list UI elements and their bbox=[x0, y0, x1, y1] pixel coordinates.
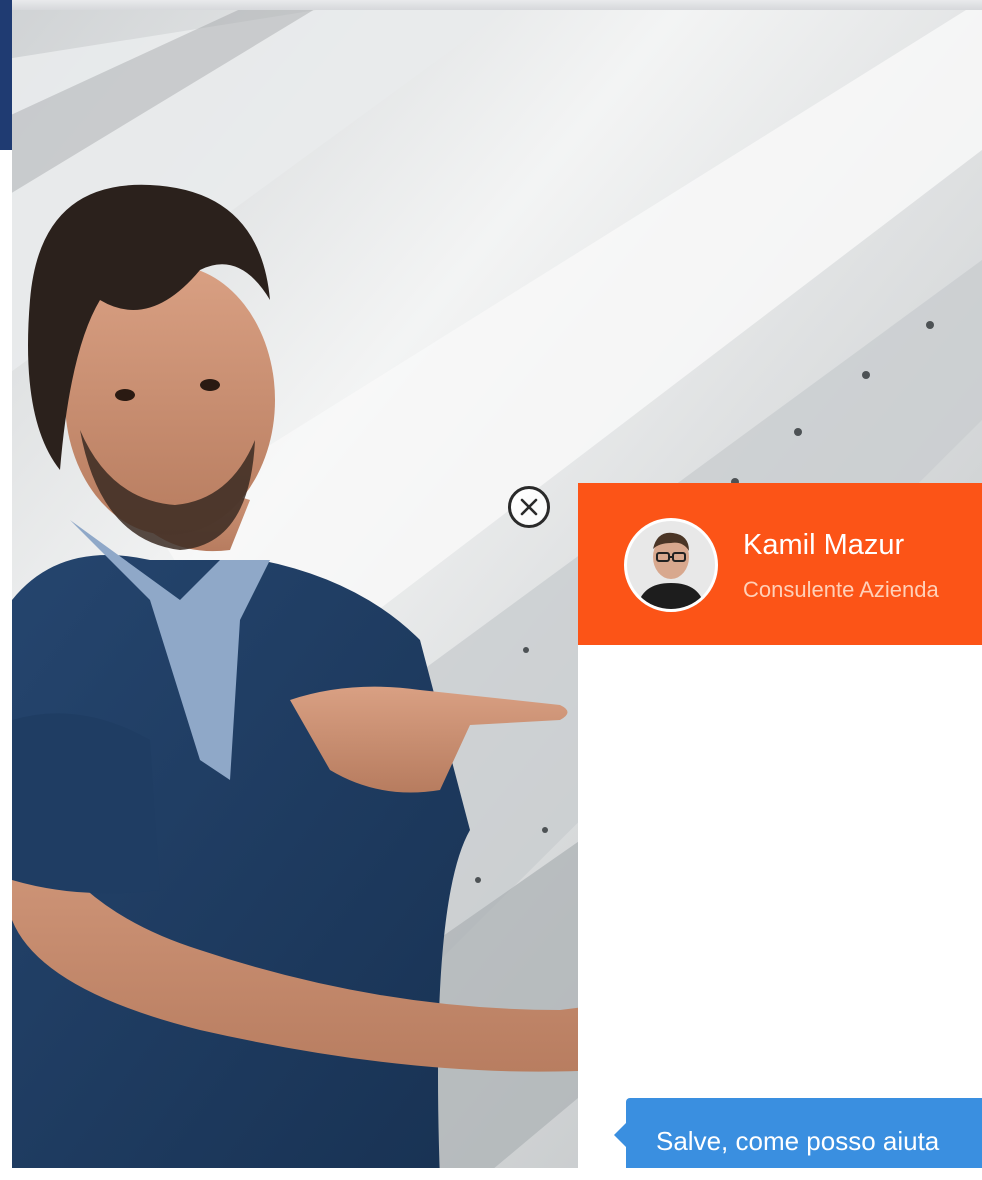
close-button[interactable] bbox=[508, 486, 550, 528]
bottom-margin bbox=[0, 1168, 982, 1180]
chat-header: Kamil Mazur Consulente Azienda bbox=[578, 483, 982, 645]
page: Kamil Mazur Consulente Azienda Salve, co… bbox=[0, 0, 982, 1180]
top-strip bbox=[0, 0, 982, 10]
chat-message-text: Salve, come posso aiuta bbox=[656, 1126, 940, 1156]
agent-name: Kamil Mazur bbox=[743, 529, 905, 561]
close-circle-icon bbox=[519, 497, 539, 517]
agent-role: Consulente Azienda bbox=[743, 577, 939, 602]
left-accent-bar bbox=[0, 0, 12, 150]
chat-widget: Kamil Mazur Consulente Azienda Salve, co… bbox=[578, 483, 982, 1180]
agent-avatar bbox=[624, 518, 718, 612]
left-margin bbox=[0, 150, 12, 1180]
